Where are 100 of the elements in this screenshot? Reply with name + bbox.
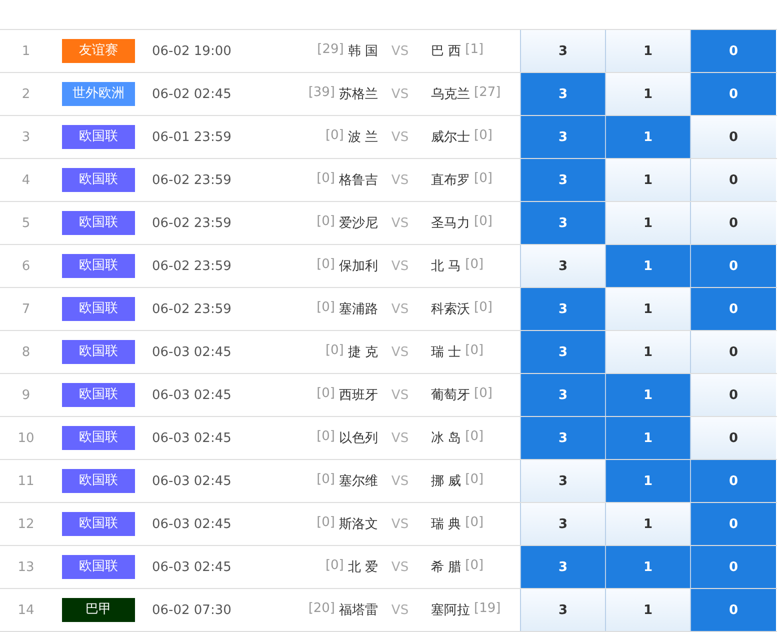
row-number: 8 <box>20 344 32 360</box>
home-team: 塞尔维 <box>339 473 378 490</box>
away-rank: [0] <box>465 257 484 274</box>
row-number: 14 <box>16 602 36 618</box>
home-team: 爱沙尼 <box>339 215 378 232</box>
away-rank: [0] <box>465 515 484 532</box>
vs-label: VS <box>390 302 410 316</box>
result-option[interactable]: 0 <box>690 503 776 545</box>
home-rank: [0] <box>316 429 335 446</box>
result-option[interactable]: 1 <box>605 374 690 416</box>
home-team: 波 兰 <box>348 129 378 146</box>
row-number: 11 <box>16 474 36 488</box>
result-option[interactable]: 1 <box>605 503 690 545</box>
away-team: 瑞 典 <box>431 516 462 533</box>
away-team: 乌克兰 <box>431 86 470 103</box>
result-option[interactable]: 3 <box>520 589 605 631</box>
result-option[interactable]: 3 <box>520 331 605 373</box>
row-number: 6 <box>20 258 32 274</box>
home-rank: [0] <box>316 472 335 489</box>
result-option[interactable]: 1 <box>605 245 690 287</box>
away-rank: [19] <box>474 601 501 618</box>
result-option[interactable]: 1 <box>605 546 690 588</box>
vs-label: VS <box>390 430 410 446</box>
league-tag: 巴甲 <box>62 598 135 622</box>
result-option[interactable]: 1 <box>605 331 690 373</box>
home-team: 苏格兰 <box>339 86 378 103</box>
result-option[interactable]: 3 <box>520 73 605 115</box>
away-team: 威尔士 <box>431 129 470 146</box>
league-tag: 欧国联 <box>62 383 135 407</box>
result-option[interactable]: 1 <box>605 460 690 502</box>
league-tag: 欧国联 <box>62 555 135 579</box>
result-option[interactable]: 1 <box>605 288 690 330</box>
result-option[interactable]: 0 <box>690 589 776 631</box>
row-number: 3 <box>20 130 32 144</box>
row-number: 9 <box>20 388 32 402</box>
result-option[interactable]: 3 <box>520 460 605 502</box>
away-team: 圣马力 <box>431 215 470 232</box>
home-team: 以色列 <box>339 430 378 447</box>
home-rank: [0] <box>316 214 335 231</box>
result-option[interactable]: 1 <box>605 159 690 201</box>
result-option[interactable]: 0 <box>690 417 776 459</box>
result-option[interactable]: 3 <box>520 288 605 330</box>
away-team: 塞阿拉 <box>431 602 470 619</box>
vs-label: VS <box>390 388 410 402</box>
result-option[interactable]: 3 <box>520 159 605 201</box>
result-option[interactable]: 3 <box>520 30 605 72</box>
result-option[interactable]: 0 <box>690 30 776 72</box>
vs-label: VS <box>390 516 410 532</box>
home-team: 北 爱 <box>348 559 378 576</box>
vs-label: VS <box>390 602 410 618</box>
result-option[interactable]: 3 <box>520 546 605 588</box>
result-option[interactable]: 0 <box>690 331 776 373</box>
league-tag: 欧国联 <box>62 469 135 493</box>
result-option[interactable]: 1 <box>605 589 690 631</box>
result-option[interactable]: 1 <box>605 116 690 158</box>
vs-label: VS <box>390 258 410 274</box>
result-option[interactable]: 0 <box>690 460 776 502</box>
away-rank: [0] <box>465 429 484 446</box>
league-tag: 欧国联 <box>62 426 135 450</box>
result-option[interactable]: 0 <box>690 288 776 330</box>
away-rank: [0] <box>474 214 492 231</box>
result-option[interactable]: 0 <box>690 202 776 244</box>
away-rank: [0] <box>474 386 492 403</box>
result-option[interactable]: 3 <box>520 116 605 158</box>
result-option[interactable]: 3 <box>520 374 605 416</box>
away-team: 瑞 士 <box>431 344 462 361</box>
result-option[interactable]: 0 <box>690 546 776 588</box>
row-number: 12 <box>16 516 36 532</box>
result-option[interactable]: 1 <box>605 30 690 72</box>
result-option[interactable]: 0 <box>690 245 776 287</box>
result-option[interactable]: 3 <box>520 202 605 244</box>
league-tag: 欧国联 <box>62 254 135 278</box>
home-rank: [0] <box>316 171 335 188</box>
away-team: 巴 西 <box>431 43 462 60</box>
result-option[interactable]: 0 <box>690 73 776 115</box>
vs-label: VS <box>390 44 410 58</box>
result-option[interactable]: 0 <box>690 374 776 416</box>
result-option[interactable]: 0 <box>690 159 776 201</box>
vs-label: VS <box>390 86 410 102</box>
home-team: 斯洛文 <box>339 516 378 533</box>
away-rank: [0] <box>474 300 492 317</box>
result-option[interactable]: 1 <box>605 73 690 115</box>
result-option[interactable]: 0 <box>690 116 776 158</box>
league-tag: 欧国联 <box>62 125 135 149</box>
result-option[interactable]: 3 <box>520 245 605 287</box>
result-option[interactable]: 1 <box>605 417 690 459</box>
home-team: 捷 克 <box>348 344 378 361</box>
row-number: 2 <box>20 86 32 102</box>
away-rank: [0] <box>474 171 492 188</box>
row-number: 7 <box>20 302 32 316</box>
away-team: 挪 威 <box>431 473 462 490</box>
away-team: 直布罗 <box>431 172 470 189</box>
league-tag: 欧国联 <box>62 168 135 192</box>
result-option[interactable]: 1 <box>605 202 690 244</box>
away-team: 冰 岛 <box>431 430 462 447</box>
match-time: 06-02 23:59 <box>151 302 232 316</box>
result-option[interactable]: 3 <box>520 417 605 459</box>
home-rank: [29] <box>317 42 344 59</box>
home-rank: [0] <box>325 128 344 145</box>
result-option[interactable]: 3 <box>520 503 605 545</box>
